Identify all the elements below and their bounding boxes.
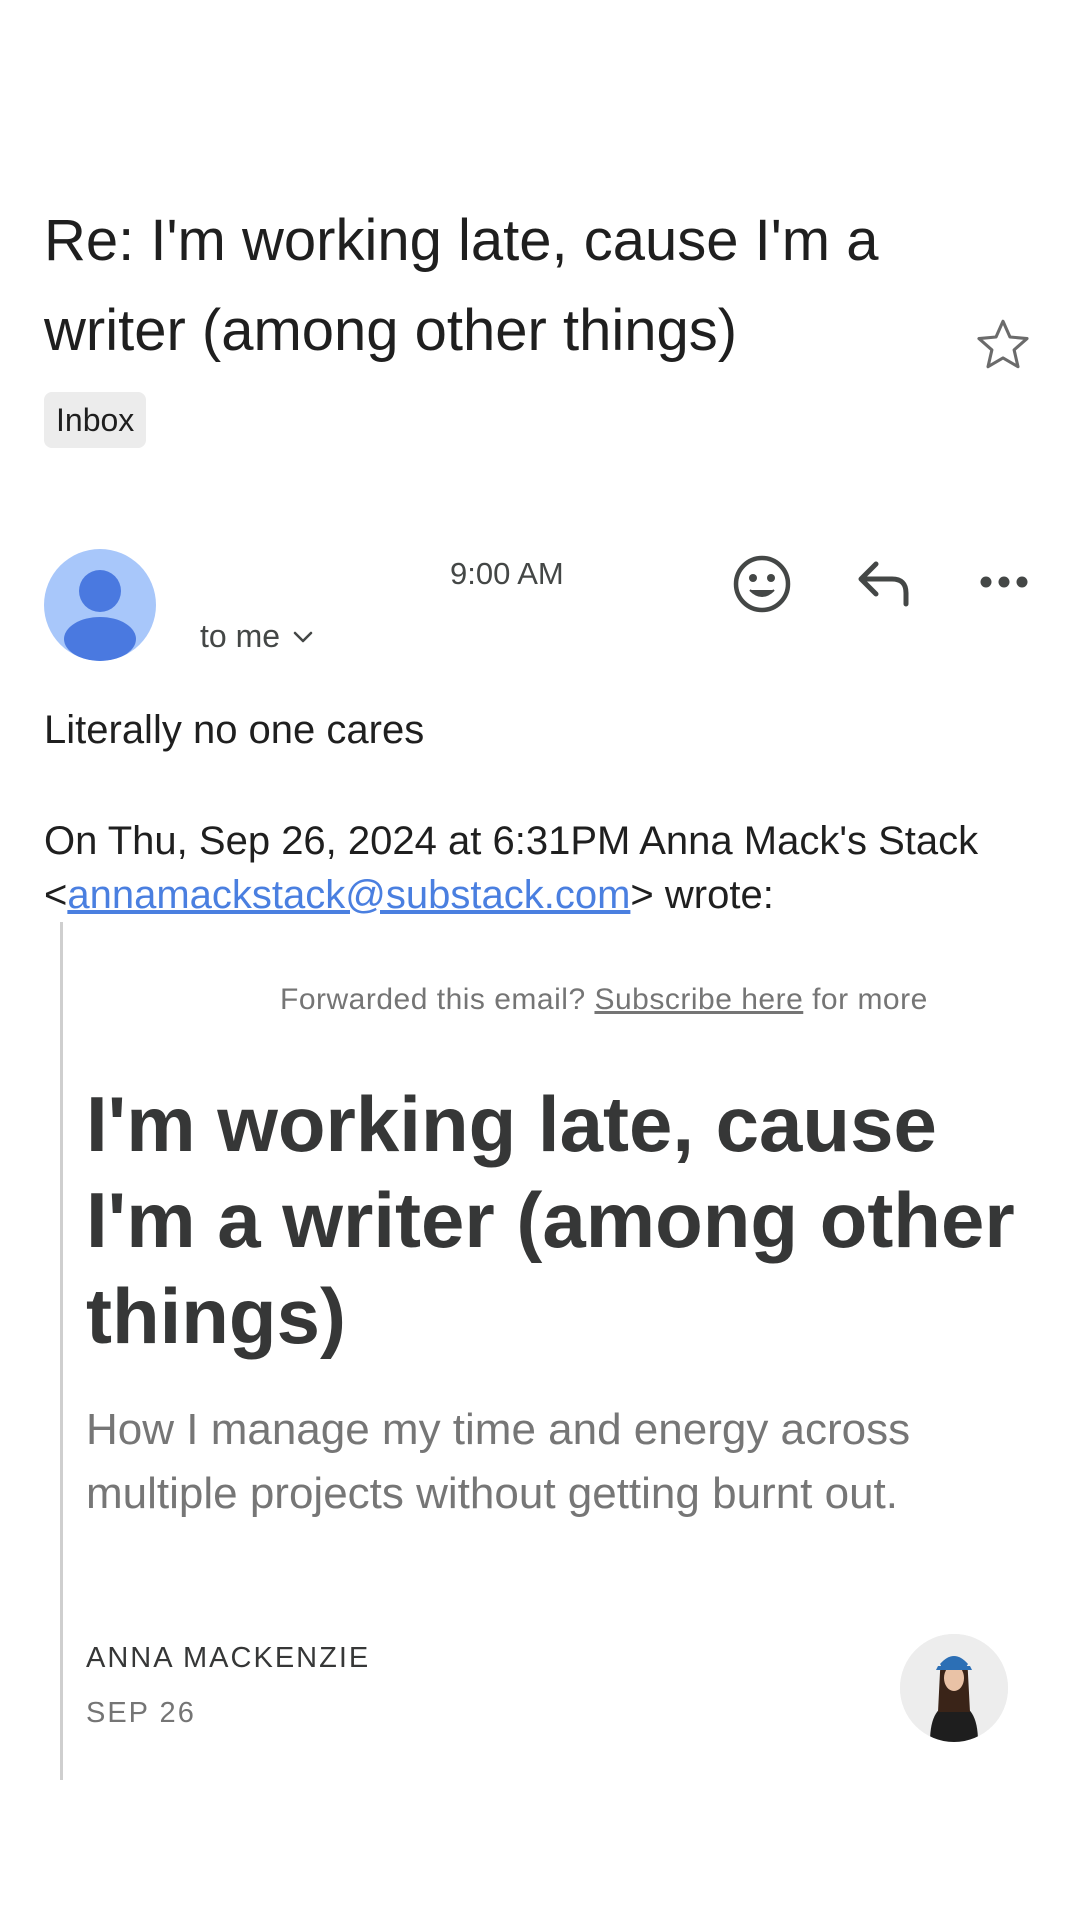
author-avatar[interactable] <box>900 1634 1008 1742</box>
sender-avatar[interactable] <box>44 549 156 661</box>
sender-email-link[interactable]: annamackstack@substack.com <box>67 873 630 917</box>
post-subtitle: How I manage my time and energy across m… <box>86 1405 911 1518</box>
post-title[interactable]: I'm working late, cause I'm a writer (am… <box>86 1076 1026 1364</box>
more-horizontal-icon <box>980 576 1028 588</box>
recipient-label: to me <box>200 618 281 654</box>
recipient-details-toggle[interactable]: to me <box>200 618 314 655</box>
quote-attribution: On Thu, Sep 26, 2024 at 6:31PM Anna Mack… <box>44 814 1004 922</box>
forwarded-suffix: for more <box>803 983 928 1016</box>
post-author[interactable]: ANNA MACKENZIE <box>86 1642 370 1675</box>
email-body: Literally no one cares <box>44 708 425 752</box>
person-icon <box>64 570 136 661</box>
inbox-label-chip[interactable]: Inbox <box>44 392 147 448</box>
more-options-button[interactable] <box>978 568 1030 596</box>
forwarded-prefix: Forwarded this email? <box>280 983 595 1016</box>
smiley-icon <box>733 555 791 613</box>
reply-button[interactable] <box>856 558 912 608</box>
forwarded-notice: Forwarded this email? Subscribe here for… <box>280 983 928 1017</box>
email-time: 9:00 AM <box>450 556 564 591</box>
post-date: SEP 26 <box>86 1697 196 1729</box>
subscribe-link[interactable]: Subscribe here <box>594 983 803 1016</box>
quote-attribution-suffix: > wrote: <box>630 873 774 917</box>
reply-icon <box>858 561 909 607</box>
add-reaction-button[interactable] <box>732 554 792 614</box>
email-subject: Re: I'm working late, cause I'm a writer… <box>44 208 879 363</box>
chevron-down-icon <box>293 631 313 642</box>
star-icon[interactable] <box>972 314 1034 376</box>
quote-divider <box>60 922 63 1780</box>
